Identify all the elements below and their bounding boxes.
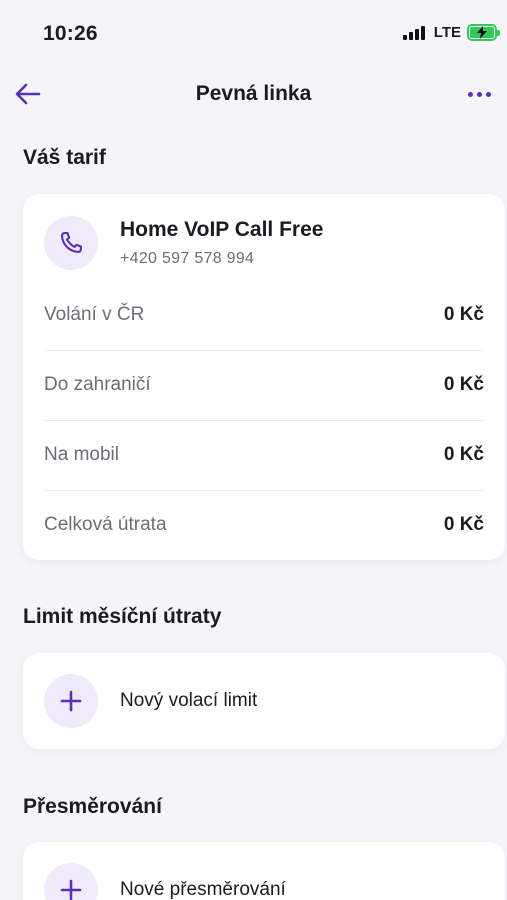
tariff-phone-number: +420 597 578 994 <box>120 250 255 267</box>
status-time: 10:26 <box>43 22 98 45</box>
more-dots-icon <box>467 91 473 97</box>
more-options-button[interactable] <box>459 78 499 110</box>
tariff-card: Home VoIP Call Free +420 597 578 994 Vol… <box>23 194 505 560</box>
plus-icon-circle <box>44 863 98 900</box>
new-redirect-label: Nové přesměrování <box>120 879 286 900</box>
tariff-row-total: Celková útrata 0 Kč <box>44 490 484 560</box>
tariff-row-mobile: Na mobil 0 Kč <box>44 420 484 490</box>
phone-icon-circle <box>44 216 98 270</box>
charging-bolt-icon <box>477 26 487 39</box>
tariff-plan-name: Home VoIP Call Free <box>120 218 324 241</box>
row-value: 0 Kč <box>443 304 484 325</box>
row-label: Celková útrata <box>44 514 167 535</box>
page-title: Pevná linka <box>195 82 312 105</box>
row-value: 0 Kč <box>443 374 484 395</box>
plus-icon <box>60 690 82 712</box>
signal-icon <box>402 25 425 40</box>
row-value: 0 Kč <box>443 444 484 465</box>
network-type: LTE <box>433 24 461 41</box>
plus-icon <box>60 879 82 900</box>
status-bar: 10:26 LTE <box>0 0 507 68</box>
row-label: Volání v ČR <box>44 304 145 325</box>
navigation-bar: Pevná linka <box>0 70 507 118</box>
plus-icon-circle <box>44 674 98 728</box>
tariff-row-domestic: Volání v ČR 0 Kč <box>44 280 484 350</box>
new-call-limit-label: Nový volací limit <box>120 690 258 711</box>
battery-icon <box>467 24 500 41</box>
new-redirect-button[interactable]: Nové přesměrování <box>23 842 505 900</box>
row-value: 0 Kč <box>443 514 484 535</box>
row-label: Na mobil <box>44 444 119 465</box>
row-label: Do zahraničí <box>44 374 151 395</box>
new-call-limit-button[interactable]: Nový volací limit <box>23 653 505 749</box>
tariff-section-title: Váš tarif <box>23 146 106 169</box>
screen: 10:26 LTE Pevná linka Váš tarif Home VoI… <box>0 0 507 900</box>
limit-section-title: Limit měsíční útraty <box>23 605 222 628</box>
redirect-section-title: Přesměrování <box>23 795 162 818</box>
tariff-row-international: Do zahraničí 0 Kč <box>44 350 484 420</box>
phone-icon <box>60 232 82 254</box>
status-indicators: LTE <box>402 24 500 41</box>
